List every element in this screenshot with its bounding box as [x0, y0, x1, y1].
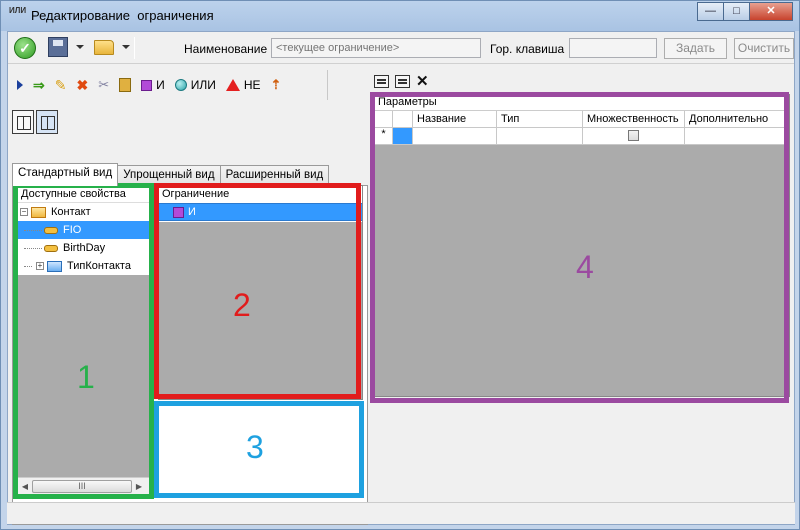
layout-split-icon[interactable] — [12, 110, 34, 134]
window-controls: — □ ✕ — [697, 2, 793, 21]
status-bar — [7, 502, 795, 524]
or-button[interactable]: ИЛИ — [172, 74, 219, 96]
editor-window: ИЛИ Редактирование ограничения — □ ✕ ✓ Н… — [0, 0, 800, 530]
maximize-button[interactable]: □ — [723, 2, 750, 21]
save-icon[interactable] — [48, 37, 68, 57]
not-triangle-icon — [225, 79, 240, 91]
arrow-right-icon[interactable]: ⇒ — [30, 74, 48, 96]
minimize-button[interactable]: — — [697, 2, 724, 21]
logic-toolbar: ⇒ ✎ ✖ ✂ И ИЛИ НЕ ⇡ — [10, 70, 328, 100]
and-button[interactable]: И — [138, 74, 168, 96]
and-square-icon — [141, 79, 153, 91]
app-icon: ИЛИ — [9, 6, 27, 15]
not-button[interactable]: НЕ — [223, 74, 264, 96]
hotkey-label: Гор. клавиша — [490, 42, 565, 56]
open-dropdown-arrow-icon[interactable] — [122, 45, 130, 49]
annotation-box-4 — [370, 92, 789, 403]
toolbar-separator — [134, 37, 135, 59]
or-label: ИЛИ — [190, 78, 216, 92]
window-title: Редактирование ограничения — [31, 8, 214, 23]
name-label: Наименование — [184, 42, 268, 56]
close-button[interactable]: ✕ — [749, 2, 793, 21]
clear-hotkey-button[interactable]: Очистить — [734, 38, 794, 59]
annotation-label-1: 1 — [77, 359, 95, 395]
edit-param-icon[interactable] — [374, 74, 389, 88]
play-icon — [17, 80, 23, 90]
main-toolbar: ✓ Наименование Гор. клавиша Задать Очист… — [8, 32, 794, 64]
delete-param-icon[interactable]: ✕ — [416, 74, 429, 89]
annotation-label-3: 3 — [246, 429, 264, 465]
paste-button[interactable] — [116, 74, 134, 96]
annotation-label-4: 4 — [576, 249, 594, 285]
set-hotkey-button[interactable]: Задать — [664, 38, 727, 59]
or-circle-icon — [174, 79, 187, 91]
delete-icon[interactable]: ✖ — [73, 74, 91, 96]
layout-switcher — [12, 110, 58, 134]
hotkey-input[interactable] — [569, 38, 657, 58]
layout-split-alt-icon[interactable] — [36, 110, 58, 134]
annotation-box-2 — [154, 183, 361, 399]
and-label: И — [156, 78, 165, 92]
pencil-icon[interactable]: ✎ — [52, 74, 70, 96]
scissors-icon[interactable]: ✂ — [95, 74, 112, 96]
not-label: НЕ — [243, 78, 261, 92]
tab-standard-view[interactable]: Стандартный вид — [12, 163, 119, 186]
run-button[interactable] — [14, 74, 26, 96]
move-up-icon[interactable]: ⇡ — [268, 74, 285, 96]
params-toolbar: ✕ — [374, 72, 429, 90]
open-folder-icon[interactable] — [94, 40, 114, 55]
param-list-icon[interactable] — [395, 74, 410, 88]
ok-check-icon[interactable]: ✓ — [14, 37, 36, 59]
name-input[interactable] — [271, 38, 481, 58]
annotation-box-1 — [13, 183, 154, 499]
title-bar: ИЛИ Редактирование ограничения — □ ✕ — [1, 1, 799, 31]
save-dropdown-arrow-icon[interactable] — [76, 45, 84, 49]
annotation-label-2: 2 — [233, 287, 251, 323]
clipboard-icon — [119, 78, 132, 92]
